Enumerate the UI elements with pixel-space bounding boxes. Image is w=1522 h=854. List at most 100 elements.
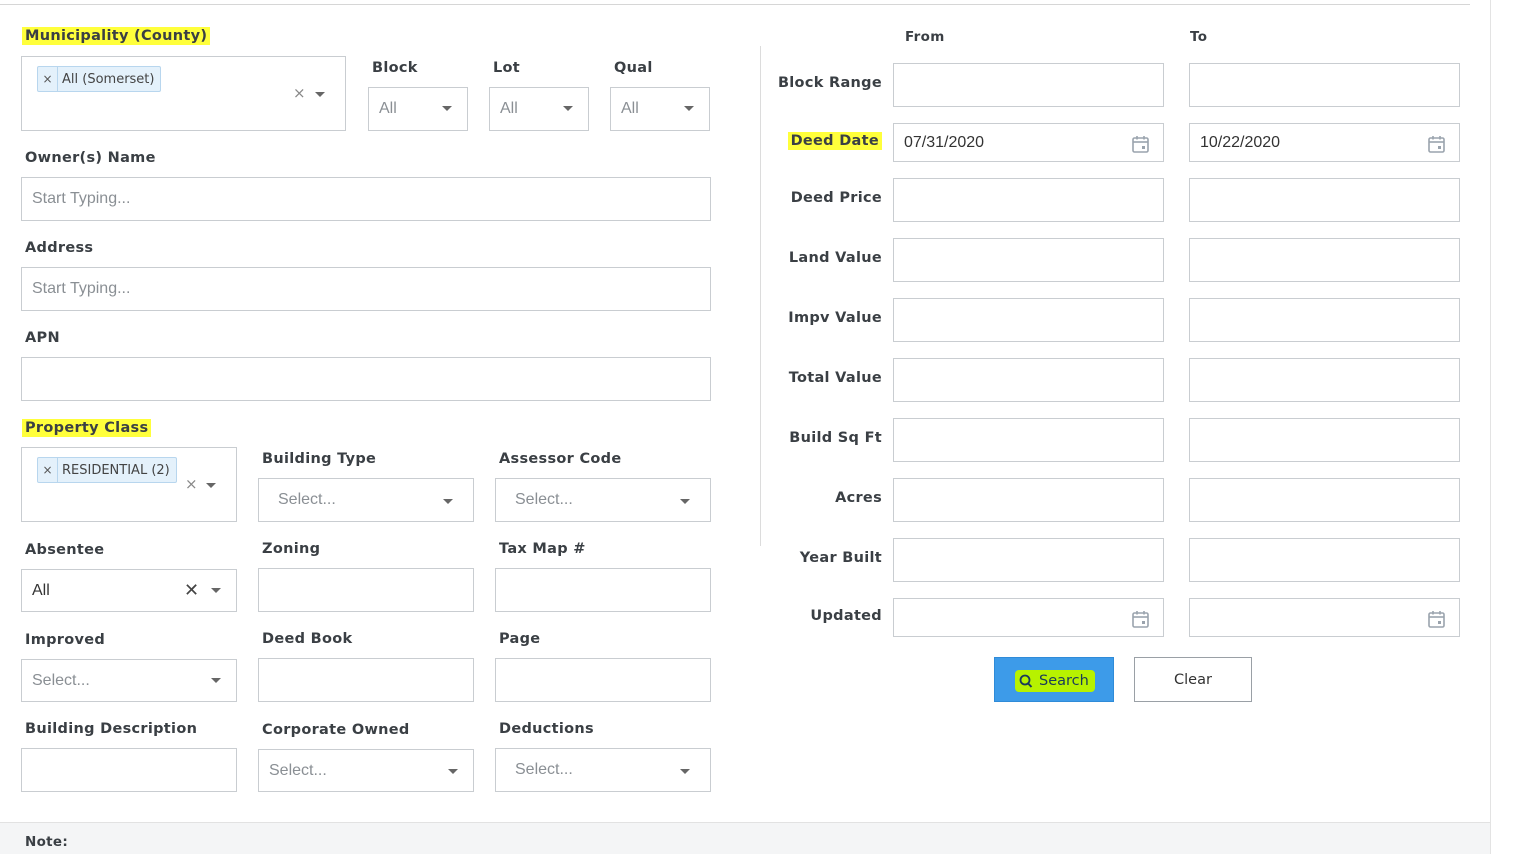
qual-select[interactable]: All <box>610 87 710 131</box>
chevron-down-icon <box>680 769 690 774</box>
chevron-down-icon <box>442 106 452 111</box>
assessor-code-label: Assessor Code <box>499 451 622 467</box>
owner-input[interactable]: Start Typing... <box>21 177 711 221</box>
municipality-clear-icon[interactable]: × <box>293 84 306 102</box>
acres-label: Acres <box>835 490 882 506</box>
tag-remove-icon[interactable]: × <box>38 458 58 482</box>
tag-remove-icon[interactable]: × <box>38 67 58 91</box>
calendar-icon[interactable] <box>1428 610 1445 628</box>
deed-price-to-input[interactable] <box>1189 178 1460 222</box>
deed-date-from-input[interactable]: 07/31/2020 <box>893 123 1164 162</box>
land-value-to-input[interactable] <box>1189 238 1460 282</box>
impv-value-from-input[interactable] <box>893 298 1164 342</box>
block-range-from-input[interactable] <box>893 63 1164 107</box>
deed-price-from-input[interactable] <box>893 178 1164 222</box>
assessor-code-placeholder: Select... <box>515 491 573 508</box>
top-divider <box>0 4 1470 5</box>
total-value-from-input[interactable] <box>893 358 1164 402</box>
corporate-owned-select[interactable]: Select... <box>258 749 474 792</box>
lot-value: All <box>500 100 518 117</box>
calendar-icon[interactable] <box>1132 610 1149 628</box>
build-sq-ft-to-input[interactable] <box>1189 418 1460 462</box>
deed-date-to-value: 10/22/2020 <box>1200 133 1281 151</box>
address-input[interactable]: Start Typing... <box>21 267 711 311</box>
absentee-clear-icon[interactable]: ✕ <box>184 580 199 601</box>
zoning-label: Zoning <box>262 541 321 557</box>
address-label: Address <box>25 240 94 256</box>
qual-label: Qual <box>614 60 653 76</box>
deed-price-label: Deed Price <box>790 190 882 206</box>
chevron-down-icon <box>211 588 221 593</box>
property-class-clear-icon[interactable]: × <box>185 475 198 493</box>
right-scroll-area <box>1490 0 1522 854</box>
total-value-to-input[interactable] <box>1189 358 1460 402</box>
zoning-input[interactable] <box>258 568 474 612</box>
owner-placeholder: Start Typing... <box>32 190 131 207</box>
building-type-select[interactable]: Select... <box>258 478 474 522</box>
corporate-owned-placeholder: Select... <box>269 761 327 779</box>
search-button[interactable]: Search <box>994 657 1114 702</box>
owner-label: Owner(s) Name <box>25 150 156 166</box>
chevron-down-icon <box>563 106 573 111</box>
deed-book-label: Deed Book <box>262 631 353 647</box>
tax-map-label: Tax Map # <box>499 541 586 557</box>
updated-label: Updated <box>810 607 882 624</box>
search-icon <box>1019 674 1033 688</box>
deductions-select[interactable]: Select... <box>495 748 711 792</box>
to-header: To <box>1190 29 1208 45</box>
search-button-label: Search <box>1039 673 1089 689</box>
calendar-icon[interactable] <box>1428 135 1445 153</box>
corporate-owned-label: Corporate Owned <box>262 722 410 738</box>
build-sq-ft-from-input[interactable] <box>893 418 1164 462</box>
municipality-tag-label: All (Somerset) <box>62 71 155 87</box>
page-input[interactable] <box>495 658 711 702</box>
calendar-icon[interactable] <box>1132 135 1149 153</box>
improved-label: Improved <box>25 632 106 648</box>
municipality-label: Municipality (County) <box>22 27 211 45</box>
year-built-to-input[interactable] <box>1189 538 1460 582</box>
deed-book-input[interactable] <box>258 658 474 702</box>
block-select[interactable]: All <box>368 87 468 131</box>
block-range-label: Block Range <box>777 75 882 91</box>
updated-from-input[interactable] <box>893 598 1164 637</box>
acres-from-input[interactable] <box>893 478 1164 522</box>
apn-label: APN <box>25 330 60 346</box>
property-class-tag: × RESIDENTIAL (2) <box>37 457 177 483</box>
improved-select[interactable]: Select... <box>21 659 237 702</box>
qual-value: All <box>621 100 639 117</box>
land-value-from-input[interactable] <box>893 238 1164 282</box>
deductions-placeholder: Select... <box>515 761 573 778</box>
deductions-label: Deductions <box>499 721 594 737</box>
municipality-select[interactable]: × All (Somerset) × <box>21 56 346 131</box>
absentee-select[interactable]: All ✕ <box>21 569 237 612</box>
chevron-down-icon <box>680 499 690 504</box>
tax-map-input[interactable] <box>495 568 711 612</box>
updated-to-input[interactable] <box>1189 598 1460 637</box>
block-range-to-input[interactable] <box>1189 63 1460 107</box>
chevron-down-icon <box>315 92 325 97</box>
assessor-code-select[interactable]: Select... <box>495 478 711 522</box>
apn-input[interactable] <box>21 357 711 401</box>
chevron-down-icon <box>443 499 453 504</box>
footer: Note: <box>0 822 1490 854</box>
absentee-label: Absentee <box>25 542 105 558</box>
clear-button[interactable]: Clear <box>1134 657 1252 702</box>
impv-value-label: Impv Value <box>788 310 882 326</box>
property-class-select[interactable]: × RESIDENTIAL (2) × <box>21 447 237 522</box>
deed-date-from-value: 07/31/2020 <box>904 133 985 151</box>
building-description-input[interactable] <box>21 748 237 792</box>
deed-date-to-input[interactable]: 10/22/2020 <box>1189 123 1460 162</box>
page-label: Page <box>499 631 541 647</box>
total-value-label: Total Value <box>788 370 882 386</box>
year-built-label: Year Built <box>799 550 882 566</box>
impv-value-to-input[interactable] <box>1189 298 1460 342</box>
lot-label: Lot <box>493 60 521 76</box>
property-class-tag-label: RESIDENTIAL (2) <box>62 462 170 478</box>
column-divider <box>760 46 761 546</box>
building-description-label: Building Description <box>25 721 198 737</box>
acres-to-input[interactable] <box>1189 478 1460 522</box>
address-placeholder: Start Typing... <box>32 280 131 297</box>
year-built-from-input[interactable] <box>893 538 1164 582</box>
lot-select[interactable]: All <box>489 87 589 131</box>
chevron-down-icon <box>206 483 216 488</box>
